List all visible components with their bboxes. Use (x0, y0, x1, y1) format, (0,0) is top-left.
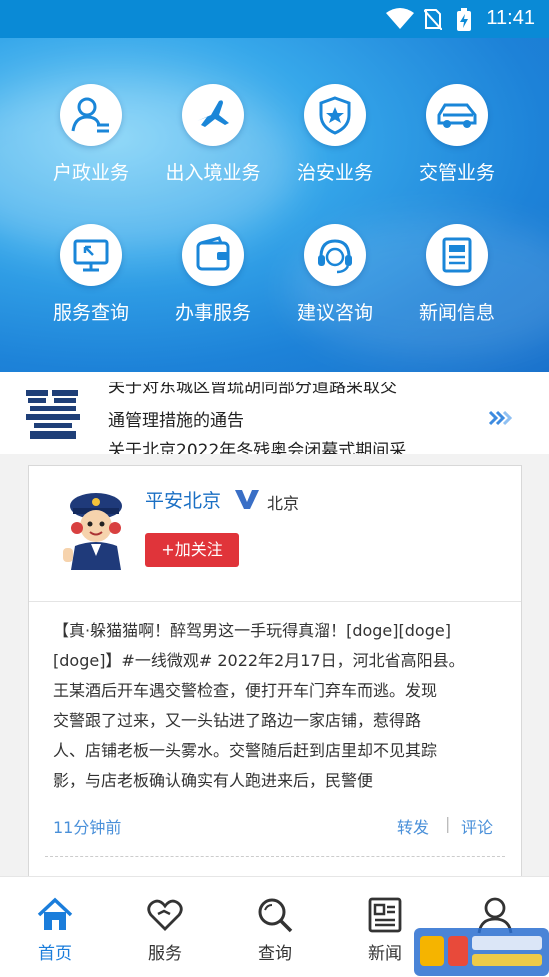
post-content[interactable]: 【真·躲猫猫啊！醉驾男这一手玩得真溜！[doge][doge] [doge]】#… (53, 616, 503, 796)
post-meta: 11分钟前 转发 | 评论 (53, 814, 499, 838)
double-chevron-right-icon[interactable] (488, 410, 512, 426)
tab-label: 查询 (258, 944, 292, 964)
newspaper-icon (442, 237, 472, 273)
battery-charging-icon (457, 8, 471, 31)
person-card-icon (71, 97, 109, 133)
post-line: 【真·躲猫猫啊！醉驾男这一手玩得真溜！[doge][doge] (53, 621, 451, 640)
service-immigration[interactable]: 出入境业务 (152, 84, 274, 185)
tab-services[interactable]: 服务 (110, 877, 220, 977)
status-bar: 11:41 (0, 0, 549, 38)
service-label: 户政业务 (52, 162, 129, 184)
hero-banner: 户政业务 出入境业务 治安业务 交管业务 服务查询 办事服务 建议咨询 新闻信息 (0, 38, 549, 372)
wifi-icon (386, 8, 414, 29)
no-sim-icon (424, 9, 442, 30)
tab-home[interactable]: 首页 (0, 877, 110, 977)
tab-label: 服务 (148, 944, 182, 964)
divider: | (445, 814, 451, 833)
post-time: 11分钟前 (53, 818, 122, 837)
author-location: 北京 (267, 494, 300, 513)
author-name[interactable]: 平安北京 (145, 486, 221, 513)
status-time: 11:41 (486, 7, 535, 29)
monitor-icon (73, 239, 109, 272)
forward-button[interactable]: 转发 (397, 814, 429, 838)
service-public-security[interactable]: 治安业务 (274, 84, 396, 185)
headset-icon (318, 239, 352, 274)
post-line: 影，与店老板确认确实有人跑进来后，民警便 (53, 771, 374, 790)
post-line: 王某酒后开车遇交警检查，便打开车门弃车而逃。发现 (53, 681, 438, 700)
post-header: 平安北京 北京 +加关注 (29, 466, 521, 602)
heart-icon (147, 899, 183, 931)
news-lines: 关于对东城区曾琉胡同部分道路采取交 通管理措施的通告 关于北京2022年冬残奥会… (108, 372, 478, 454)
post-line: 人、店铺老板一头雾水。交警随后赶到店里却不见其踪 (53, 741, 438, 760)
service-label: 建议咨询 (296, 302, 373, 324)
service-label: 服务查询 (52, 302, 129, 324)
service-label: 交管业务 (418, 162, 495, 184)
follow-button[interactable]: +加关注 (145, 533, 239, 567)
news-item[interactable]: 通管理措施的通告 (108, 406, 244, 431)
service-label: 办事服务 (174, 302, 251, 324)
post-line: 交警跟了过来，又一头钻进了路边一家店铺，惹得路 (53, 711, 422, 730)
service-label: 治安业务 (296, 162, 373, 184)
news-item[interactable]: 关于对东城区曾琉胡同部分道路采取交 (108, 382, 397, 397)
service-label: 出入境业务 (165, 162, 261, 184)
dashed-divider (45, 856, 505, 857)
airplane-icon (197, 100, 229, 127)
tab-label: 首页 (38, 944, 72, 964)
service-household[interactable]: 户政业务 (30, 84, 152, 185)
wallet-icon (196, 236, 230, 271)
news-ticker[interactable]: 关于对东城区曾琉胡同部分道路采取交 通管理措施的通告 关于北京2022年冬残奥会… (0, 372, 549, 454)
service-traffic[interactable]: 交管业务 (396, 84, 518, 185)
search-icon (258, 898, 293, 933)
post-line: [doge]】#一线微观# 2022年2月17日，河北省高阳县。 (53, 651, 465, 670)
car-icon (437, 103, 477, 128)
news-item[interactable]: 关于北京2022年冬残奥会闭幕式期间采 (108, 436, 406, 454)
police-logo-icon (26, 390, 80, 439)
service-affairs[interactable]: 办事服务 (152, 224, 274, 325)
home-icon (37, 897, 73, 930)
service-consult[interactable]: 建议咨询 (274, 224, 396, 325)
verified-v-icon (235, 490, 259, 509)
service-news[interactable]: 新闻信息 (396, 224, 518, 325)
weibo-post-card: 平安北京 北京 +加关注 【真·躲猫猫啊！醉驾男这一手玩得真溜！[doge][d… (28, 465, 522, 879)
police-badge-icon (319, 96, 351, 135)
service-query[interactable]: 服务查询 (30, 224, 152, 325)
comment-button[interactable]: 评论 (461, 814, 493, 838)
service-label: 新闻信息 (418, 302, 495, 324)
police-mascot-avatar[interactable] (57, 486, 135, 570)
newspaper-icon (368, 897, 402, 933)
tab-query[interactable]: 查询 (220, 877, 330, 977)
watermark-logo (414, 928, 549, 976)
